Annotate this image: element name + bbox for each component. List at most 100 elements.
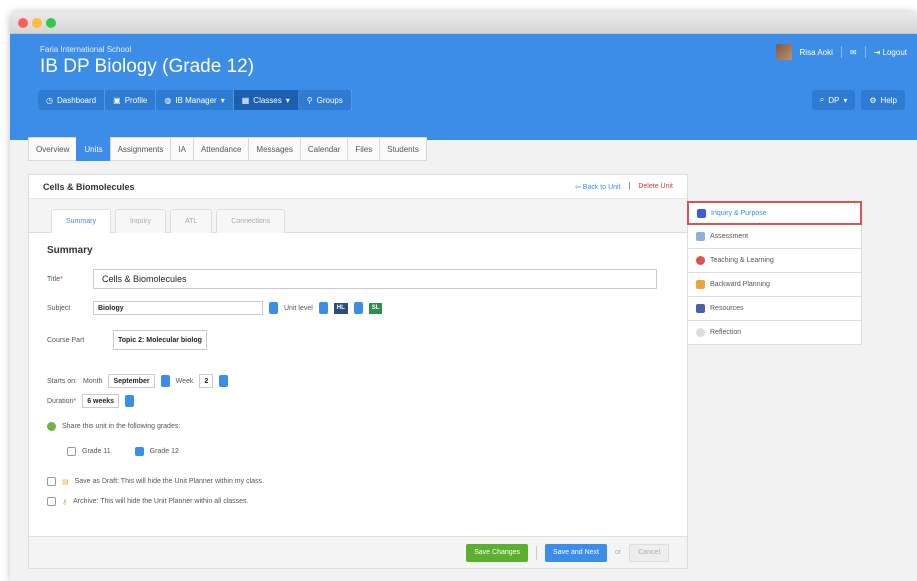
unit-header: Cells & Biomolecules ⇦ Back to Unit | De… <box>29 175 687 199</box>
draft-label: Save as Draft: This will hide the Unit P… <box>74 478 264 485</box>
back-to-unit-link[interactable]: ⇦ Back to Unit <box>575 183 621 191</box>
nav-label: Groups <box>316 95 343 105</box>
avatar[interactable] <box>775 44 792 60</box>
archive-checkbox[interactable] <box>47 497 56 506</box>
sidebar-item-inquiry-purpose[interactable]: Inquiry & Purpose <box>687 201 862 225</box>
key-icon: ⚷ <box>62 498 68 506</box>
logout-link[interactable]: ⇥ Logout <box>874 48 907 57</box>
sidebar-item-label: Reflection <box>710 329 742 336</box>
gear-icon: ⚙ <box>869 95 877 105</box>
tab-ia[interactable]: IA <box>170 137 193 161</box>
month-select[interactable]: September <box>108 374 155 388</box>
hl-checkbox[interactable] <box>318 302 328 314</box>
subtabs: Summary Inquiry ATL Connections <box>51 209 286 233</box>
subject-label: Subject <box>47 304 71 312</box>
sl-checkbox[interactable] <box>353 302 363 314</box>
nav-classes[interactable]: ▦ Classes ▾ <box>233 90 299 110</box>
grade11-checkbox[interactable] <box>67 447 76 456</box>
grade12-checkbox[interactable] <box>134 447 144 456</box>
sidebar-item-resources[interactable]: Resources <box>687 297 862 321</box>
duration-spinner-icon[interactable] <box>125 395 135 407</box>
user-name[interactable]: Risa Aoki <box>800 48 833 57</box>
subject-row: Subject Biology Unit level HL SL <box>47 301 383 315</box>
tab-attendance[interactable]: Attendance <box>192 137 249 161</box>
subject-select[interactable]: Biology <box>93 301 263 315</box>
chevron-down-icon: ▾ <box>220 95 225 105</box>
nav-label: Help <box>880 95 897 105</box>
help-button[interactable]: ⚙ Help <box>861 90 905 110</box>
subject-spinner-icon[interactable] <box>269 302 278 314</box>
title-input[interactable]: Cells & Biomolecules <box>93 269 657 289</box>
puzzle-icon <box>696 280 705 289</box>
subtab-atl[interactable]: ATL <box>169 209 213 233</box>
save-changes-button[interactable]: Save Changes <box>466 543 529 562</box>
title-row: Title* Cells & Biomolecules <box>47 269 657 289</box>
close-window-button[interactable] <box>18 18 28 28</box>
month-spinner-icon[interactable] <box>160 375 170 387</box>
nav-ib-manager[interactable]: ◍ IB Manager ▾ <box>156 90 234 110</box>
magnifier-icon <box>696 328 705 337</box>
class-tabs: Overview Units Assignments IA Attendance… <box>28 137 427 161</box>
window-titlebar <box>10 12 917 34</box>
tab-students[interactable]: Students <box>379 137 427 161</box>
subtab-summary[interactable]: Summary <box>51 209 111 233</box>
duration-select[interactable]: 6 weeks <box>82 394 120 408</box>
divider <box>840 46 842 58</box>
title-label: Title* <box>47 275 63 283</box>
archive-label: Archive: This will hide the Unit Planner… <box>73 498 249 505</box>
main-nav: ◷ Dashboard ▣ Profile ◍ IB Manager ▾ ▦ Classe… <box>38 90 352 110</box>
globe-icon: ◍ <box>164 95 172 105</box>
nav-dashboard[interactable]: ◷ Dashboard <box>38 90 106 110</box>
nav-groups[interactable]: ⚲ Groups <box>299 90 352 110</box>
delete-unit-link[interactable]: Delete Unit <box>638 183 673 191</box>
mail-icon[interactable]: ✉ <box>850 48 857 57</box>
sidebar-item-assessment[interactable]: Assessment <box>687 225 862 249</box>
grade12-label: Grade 12 <box>149 448 179 455</box>
pin-icon: ⚲ <box>306 95 313 105</box>
section-title: Summary <box>47 245 93 256</box>
month-label: Month <box>82 377 103 385</box>
form-footer: Save Changes Save and Next or Cancel <box>29 536 687 568</box>
share-icon <box>47 422 56 431</box>
nav-right: ⌕ DP ▾ ⚙ Help <box>811 90 905 110</box>
sidebar-item-teaching-learning[interactable]: Teaching & Learning <box>687 249 862 273</box>
grid-icon: ▦ <box>241 95 250 105</box>
nav-label: IB Manager <box>175 95 217 105</box>
week-select[interactable]: 2 <box>199 374 214 388</box>
sidebar-item-backward-planning[interactable]: Backward Planning <box>687 273 862 297</box>
sidebar-item-reflection[interactable]: Reflection <box>687 321 862 345</box>
course-part-select[interactable]: Topic 2: Molecular biolog <box>113 330 207 350</box>
tab-calendar[interactable]: Calendar <box>299 137 348 161</box>
app-header: Faria International School IB DP Biology… <box>10 34 917 140</box>
subtab-inquiry[interactable]: Inquiry <box>114 209 166 233</box>
unit-panel: Cells & Biomolecules ⇦ Back to Unit | De… <box>28 174 688 569</box>
share-row: Share this unit in the following grades: <box>47 422 180 431</box>
sidebar-item-label: Inquiry & Purpose <box>711 209 767 217</box>
nav-label: Dashboard <box>56 95 97 105</box>
nav-label: Profile <box>124 95 148 105</box>
course-part-label: Course Part <box>47 336 85 344</box>
zoom-window-button[interactable] <box>46 18 56 28</box>
cancel-button[interactable]: Cancel <box>629 543 669 562</box>
page-title: IB DP Biology (Grade 12) <box>40 56 255 77</box>
save-and-next-button[interactable]: Save and Next <box>545 543 607 562</box>
tab-messages[interactable]: Messages <box>248 137 300 161</box>
week-spinner-icon[interactable] <box>219 375 229 387</box>
duration-row: Duration* 6 weeks <box>47 394 135 408</box>
sidebar-item-label: Resources <box>710 305 744 312</box>
draft-checkbox[interactable] <box>47 477 56 486</box>
tab-units[interactable]: Units <box>76 137 110 161</box>
archive-row: ⚷ Archive: This will hide the Unit Plann… <box>47 497 248 506</box>
planner-sidebar: Inquiry & Purpose Assessment Teaching & … <box>687 201 862 345</box>
minimize-window-button[interactable] <box>32 18 42 28</box>
chevron-down-icon: ▾ <box>843 95 848 105</box>
subject-value: Biology <box>98 304 124 312</box>
dp-search-button[interactable]: ⌕ DP ▾ <box>811 90 856 110</box>
starts-on-row: Starts on: Month September Week 2 <box>47 374 229 388</box>
tab-files[interactable]: Files <box>347 137 380 161</box>
subtab-connections[interactable]: Connections <box>216 209 286 233</box>
nav-profile[interactable]: ▣ Profile <box>105 90 157 110</box>
nav-label: DP <box>828 95 840 105</box>
tab-assignments[interactable]: Assignments <box>109 137 171 161</box>
tab-overview[interactable]: Overview <box>28 137 77 161</box>
